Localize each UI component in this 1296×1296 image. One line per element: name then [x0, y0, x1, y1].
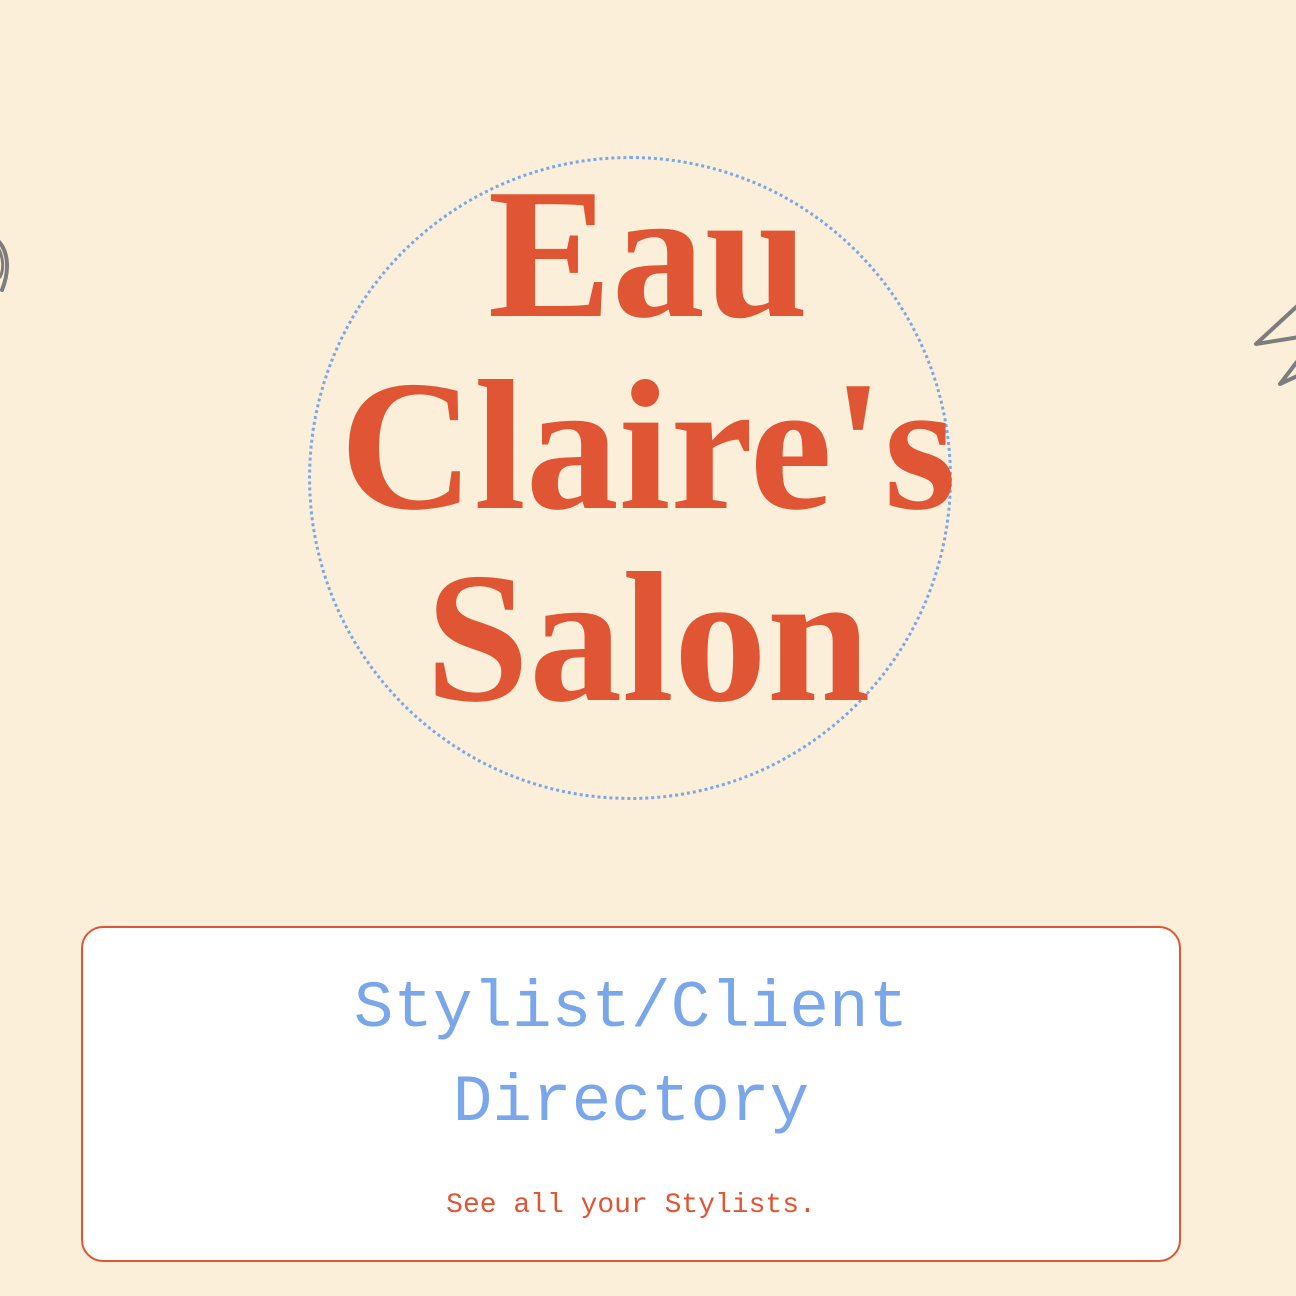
- comb-sketch-icon: [1254, 304, 1296, 386]
- directory-card-subtitle: See all your Stylists.: [446, 1190, 816, 1221]
- logo-line-2: Claire's: [339, 343, 957, 549]
- logo-line-1: Eau: [487, 151, 809, 357]
- scissors-sketch-icon: [0, 240, 9, 292]
- stylist-client-directory-card[interactable]: Stylist/Client Directory See all your St…: [81, 926, 1181, 1262]
- directory-title-line-2: Directory: [452, 1065, 810, 1140]
- salon-logo: Eau Claire's Salon: [240, 158, 1056, 734]
- directory-card-title: Stylist/Client Directory: [83, 962, 1179, 1150]
- logo-line-3: Salon: [425, 535, 871, 741]
- directory-title-line-1: Stylist/Client: [353, 971, 909, 1046]
